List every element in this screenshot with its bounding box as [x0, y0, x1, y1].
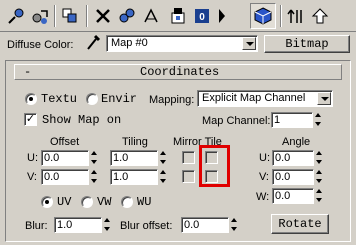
- angle-u-label: U:: [259, 152, 270, 164]
- tiling-v-field[interactable]: 1.0: [110, 169, 158, 185]
- texture-radio[interactable]: [25, 93, 37, 105]
- svg-text:0: 0: [199, 12, 205, 23]
- go-forward-icon[interactable]: [310, 3, 330, 29]
- map-name-dropdown[interactable]: Map #0: [106, 35, 258, 52]
- show-map-in-viewport-icon[interactable]: [212, 3, 232, 29]
- angle-v-field[interactable]: 0.0: [272, 169, 314, 185]
- reset-map-icon[interactable]: [93, 3, 113, 29]
- chevron-down-icon[interactable]: [242, 37, 256, 50]
- eyedropper-icon[interactable]: [86, 33, 102, 51]
- mapping-value: Explicit Map Channel: [202, 92, 306, 104]
- spinner-arrows-icon[interactable]: [90, 169, 99, 185]
- blur-field[interactable]: 1.0: [54, 217, 102, 233]
- environ-radio[interactable]: [86, 93, 98, 105]
- tiling-v-spinner[interactable]: 1.0: [110, 169, 168, 185]
- assign-to-selection-icon[interactable]: [60, 3, 80, 29]
- blur-offset-label: Blur offset:: [120, 220, 173, 232]
- map-channel-field[interactable]: 1: [271, 112, 313, 128]
- rollout-header[interactable]: - Coordinates: [14, 64, 342, 80]
- offset-header: Offset: [50, 136, 80, 148]
- vw-radio[interactable]: [81, 196, 93, 208]
- mapping-dropdown[interactable]: Explicit Map Channel: [197, 90, 333, 107]
- blur-spinner[interactable]: 1.0: [54, 217, 112, 233]
- spinner-arrows-icon[interactable]: [159, 150, 168, 166]
- spinner-arrows-icon[interactable]: [315, 188, 324, 204]
- material-id-channel-icon[interactable]: [168, 3, 188, 29]
- pick-material-icon[interactable]: [6, 3, 26, 29]
- show-map-on-checkbox[interactable]: ✓: [24, 113, 37, 126]
- put-to-scene-icon[interactable]: [30, 3, 50, 29]
- texture-label: Textu: [41, 92, 78, 106]
- spinner-arrows-icon[interactable]: [103, 217, 112, 233]
- angle-w-label: W:: [256, 191, 270, 203]
- mirror-v-checkbox[interactable]: [182, 170, 195, 183]
- tiling-header: Tiling: [122, 136, 148, 148]
- diffuse-color-label: Diffuse Color:: [7, 39, 74, 51]
- rollout-collapse-symbol: -: [24, 65, 32, 79]
- map-channel-spinner[interactable]: 1: [271, 112, 323, 128]
- angle-u-field[interactable]: 0.0: [272, 150, 314, 166]
- go-to-parent-icon[interactable]: [286, 3, 306, 29]
- rotate-button[interactable]: Rotate: [271, 214, 329, 234]
- uv-radio[interactable]: [41, 196, 53, 208]
- spinner-arrows-icon[interactable]: [315, 150, 324, 166]
- blur-label: Blur:: [25, 220, 48, 232]
- offset-u-spinner[interactable]: 0.0: [41, 150, 99, 166]
- map-name-value: Map #0: [111, 37, 148, 49]
- angle-u-spinner[interactable]: 0.0: [272, 150, 324, 166]
- chevron-down-icon[interactable]: [317, 92, 331, 105]
- uv-label: UV: [57, 195, 72, 209]
- environ-label: Envir: [101, 92, 138, 106]
- map-channel-label: Map Channel:: [202, 115, 271, 127]
- spinner-arrows-icon[interactable]: [315, 169, 324, 185]
- spinner-arrows-icon[interactable]: [230, 217, 239, 233]
- make-unique-icon[interactable]: [117, 3, 137, 29]
- put-to-library-icon[interactable]: [141, 3, 161, 29]
- tiling-u-field[interactable]: 1.0: [110, 150, 158, 166]
- wu-radio[interactable]: [121, 196, 133, 208]
- show-map-icon[interactable]: 0: [192, 3, 212, 29]
- wu-label: WU: [137, 195, 152, 209]
- angle-v-label: V:: [259, 171, 269, 183]
- angle-header: Angle: [282, 136, 311, 148]
- u-label: U:: [27, 152, 38, 164]
- show-end-result-icon[interactable]: [250, 3, 276, 29]
- map-type-button[interactable]: Bitmap: [264, 35, 350, 53]
- mirror-u-checkbox[interactable]: [182, 151, 195, 164]
- toolbar: 0: [0, 0, 356, 32]
- offset-u-field[interactable]: 0.0: [41, 150, 89, 166]
- spinner-arrows-icon[interactable]: [314, 112, 323, 128]
- angle-w-spinner[interactable]: 0.0: [272, 188, 324, 204]
- toolbar-separator: [86, 5, 88, 27]
- angle-v-spinner[interactable]: 0.0: [272, 169, 324, 185]
- v-label: V:: [27, 171, 37, 183]
- mapping-label: Mapping:: [149, 94, 195, 106]
- tile-highlight-box: [199, 145, 230, 187]
- rollout-title: Coordinates: [140, 65, 220, 79]
- angle-w-field[interactable]: 0.0: [272, 188, 314, 204]
- toolbar-separator: [54, 5, 56, 27]
- show-map-on-label: Show Map on: [42, 113, 122, 127]
- tiling-u-spinner[interactable]: 1.0: [110, 150, 168, 166]
- offset-v-spinner[interactable]: 0.0: [41, 169, 99, 185]
- blur-offset-spinner[interactable]: 0.0: [181, 217, 239, 233]
- blur-offset-field[interactable]: 0.0: [181, 217, 229, 233]
- offset-v-field[interactable]: 0.0: [41, 169, 89, 185]
- vw-label: VW: [97, 195, 112, 209]
- spinner-arrows-icon[interactable]: [90, 150, 99, 166]
- spinner-arrows-icon[interactable]: [159, 169, 168, 185]
- toolbar-separator: [280, 5, 282, 27]
